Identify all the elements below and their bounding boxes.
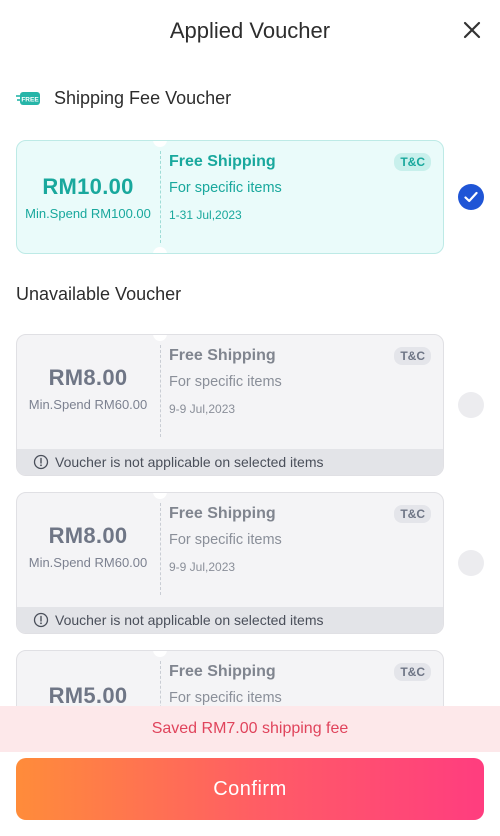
savings-banner: Saved RM7.00 shipping fee	[0, 706, 500, 752]
tc-link[interactable]: T&C	[394, 153, 431, 171]
tc-link[interactable]: T&C	[394, 347, 431, 365]
voucher-radio-disabled	[458, 392, 484, 418]
voucher-amount: RM10.00	[42, 173, 134, 199]
info-icon	[33, 612, 49, 628]
dashed-divider	[160, 151, 161, 243]
confirm-button[interactable]: Confirm	[16, 758, 484, 820]
voucher-radio-selected[interactable]	[458, 184, 484, 210]
voucher-date: 9-9 Jul,2023	[169, 402, 236, 416]
voucher-date: 1-31 Jul,2023	[169, 208, 242, 222]
dashed-divider	[160, 345, 161, 437]
check-icon	[464, 191, 478, 203]
warning-text: Voucher is not applicable on selected it…	[55, 612, 324, 628]
voucher-min-spend: Min.Spend RM60.00	[28, 396, 148, 412]
dashed-divider	[160, 503, 161, 595]
unavailable-section-title: Unavailable Voucher	[16, 284, 182, 304]
warning-text: Voucher is not applicable on selected it…	[55, 454, 324, 470]
voucher-card-unavailable: RM8.00 Min.Spend RM60.00 Free Shipping F…	[16, 492, 444, 634]
voucher-date: 9-9 Jul,2023	[169, 560, 236, 574]
page-title: Applied Voucher	[169, 18, 331, 43]
voucher-scope: For specific items	[169, 532, 282, 548]
voucher-warning: Voucher is not applicable on selected it…	[17, 449, 443, 475]
voucher-warning: Voucher is not applicable on selected it…	[17, 607, 443, 633]
voucher-scope: For specific items	[169, 374, 282, 390]
voucher-value: RM10.00 Min.Spend RM100.00	[17, 141, 159, 253]
voucher-card-applied[interactable]: RM10.00 Min.Spend RM100.00 Free Shipping…	[16, 140, 444, 254]
modal-header: Applied Voucher	[0, 0, 500, 62]
voucher-radio-disabled	[458, 550, 484, 576]
shipping-section-title: FREE Shipping Fee Voucher	[16, 88, 231, 109]
svg-text:FREE: FREE	[21, 96, 39, 103]
voucher-value: RM8.00 Min.Spend RM60.00	[17, 335, 159, 441]
tc-link[interactable]: T&C	[394, 505, 431, 523]
footer: Confirm	[0, 752, 500, 836]
voucher-amount: RM8.00	[48, 364, 128, 390]
voucher-scope: For specific items	[169, 180, 282, 196]
voucher-scope: For specific items	[169, 690, 282, 706]
voucher-min-spend: Min.Spend RM100.00	[25, 205, 151, 221]
voucher-amount: RM8.00	[48, 522, 128, 548]
tc-link[interactable]: T&C	[394, 663, 431, 681]
shipping-section-label: Shipping Fee Voucher	[54, 88, 232, 108]
voucher-card-unavailable: RM8.00 Min.Spend RM60.00 Free Shipping F…	[16, 334, 444, 476]
voucher-min-spend: Min.Spend RM60.00	[28, 554, 148, 570]
close-icon[interactable]	[460, 18, 484, 42]
info-icon	[33, 454, 49, 470]
voucher-value: RM8.00 Min.Spend RM60.00	[17, 493, 159, 599]
ticket-notch	[153, 247, 167, 253]
free-shipping-icon: FREE	[16, 91, 40, 105]
